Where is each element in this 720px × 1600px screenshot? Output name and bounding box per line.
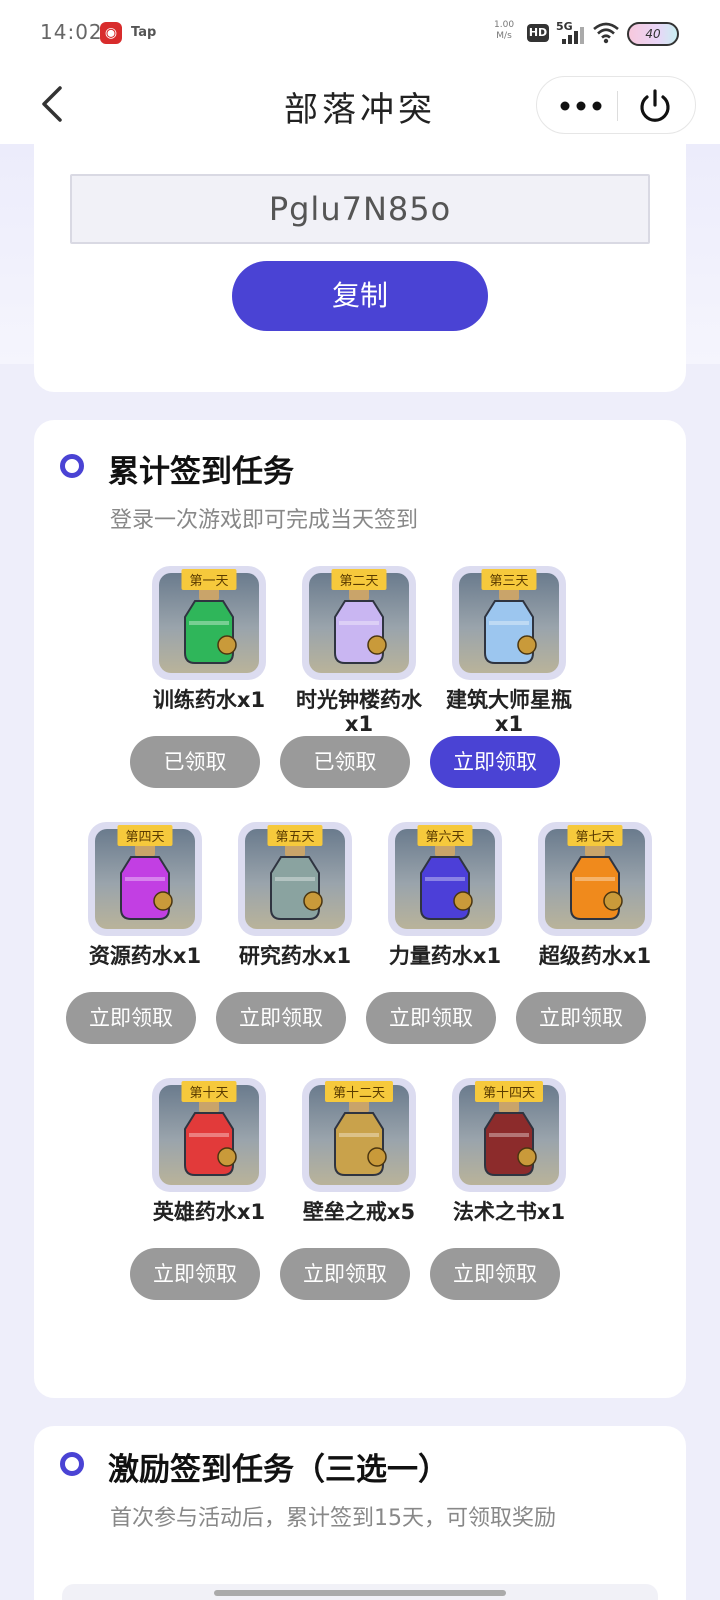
reward-icon-frame: 第十天 [152, 1078, 266, 1192]
section-subtitle: 登录一次游戏即可完成当天签到 [110, 508, 419, 533]
reward-name: 资源药水x1 [88, 944, 202, 968]
claim-button[interactable]: 立即领取 [280, 1248, 410, 1300]
day-tag: 第十天 [181, 1081, 237, 1102]
incentive-title: 激励签到任务（三选一） [108, 1452, 449, 1488]
reward-item: 第四天资源药水x1 [69, 822, 221, 996]
reward-item: 第十四天法术之书x1 [433, 1078, 585, 1252]
claim-button[interactable]: 立即领取 [430, 736, 560, 788]
reward-item: 第一天训练药水x1 [133, 566, 285, 740]
reward-name: 训练药水x1 [152, 688, 266, 712]
reward-icon-frame: 第十二天 [302, 1078, 416, 1192]
signal-label: 5G [556, 20, 573, 33]
reward-item: 第十天英雄药水x1 [133, 1078, 285, 1252]
tap-app-label: Tap [131, 25, 157, 40]
net-speed-value: 1.00 [494, 20, 515, 30]
reward-name: 时光钟楼药水x1 [296, 688, 422, 736]
section-bullet-icon [60, 1452, 84, 1476]
day-tag: 第一天 [181, 569, 237, 590]
reward-name: 英雄药水x1 [152, 1200, 266, 1224]
claim-button[interactable]: 立即领取 [130, 1248, 260, 1300]
day-tag: 第三天 [481, 569, 537, 590]
day-tag: 第四天 [117, 825, 173, 846]
reward-name: 法术之书x1 [452, 1200, 566, 1224]
gift-code-field[interactable]: Pglu7N85o [70, 174, 650, 244]
day-tag: 第七天 [567, 825, 623, 846]
wifi-icon [593, 22, 619, 44]
more-dots-icon[interactable] [555, 91, 607, 121]
status-bar: 14:02 ◉ Tap 1.00 M/s HD 5G 40 [0, 0, 720, 64]
reward-name: 超级药水x1 [538, 944, 652, 968]
reward-icon-frame: 第五天 [238, 822, 352, 936]
section-bullet-icon [60, 454, 84, 478]
claim-button[interactable]: 立即领取 [516, 992, 646, 1044]
day-tag: 第六天 [417, 825, 473, 846]
reward-icon-frame: 第三天 [452, 566, 566, 680]
reward-icon-frame: 第七天 [538, 822, 652, 936]
signin-task-card: 累计签到任务 登录一次游戏即可完成当天签到 第一天 训练药水x1 已领取 第二天 时光钟… [34, 420, 686, 1398]
copy-button[interactable]: 复制 [232, 261, 488, 331]
signal-icon: 5G [556, 20, 586, 46]
netease-music-icon: ◉ [100, 22, 122, 44]
net-speed: 1.00 M/s [494, 20, 514, 42]
reward-icon-frame: 第十四天 [452, 1078, 566, 1192]
reward-item: 第五天研究药水x1 [219, 822, 371, 996]
day-tag: 第五天 [267, 825, 323, 846]
hd-badge: HD [527, 24, 549, 42]
reward-icon-frame: 第一天 [152, 566, 266, 680]
reward-name: 建筑大师星瓶x1 [446, 688, 572, 736]
reward-item: 第三天建筑大师星瓶x1 [433, 566, 585, 740]
nav-bar: 部落冲突 [0, 64, 720, 144]
reward-icon-frame: 第四天 [88, 822, 202, 936]
reward-item: 第七天超级药水x1 [519, 822, 671, 996]
incentive-subtitle: 首次参与活动后，累计签到15天，可领取奖励 [110, 1506, 556, 1531]
mini-program-capsule [536, 76, 696, 134]
status-time: 14:02 [40, 20, 103, 44]
reward-item: 第十二天壁垒之戒x5 [283, 1078, 435, 1252]
reward-item: 第六天力量药水x1 [369, 822, 521, 996]
section-title: 累计签到任务 [108, 454, 294, 490]
battery-indicator: 40 [627, 22, 679, 46]
claim-button[interactable]: 立即领取 [216, 992, 346, 1044]
incentive-task-card: 激励签到任务（三选一） 首次参与活动后，累计签到15天，可领取奖励 [34, 1426, 686, 1600]
reward-item: 第二天时光钟楼药水x1 [283, 566, 435, 740]
claim-button[interactable]: 立即领取 [66, 992, 196, 1044]
reward-name: 壁垒之戒x5 [302, 1200, 416, 1224]
claim-button[interactable]: 立即领取 [366, 992, 496, 1044]
day-tag: 第二天 [331, 569, 387, 590]
claim-button[interactable]: 立即领取 [430, 1248, 560, 1300]
claim-button[interactable]: 已领取 [280, 736, 410, 788]
day-tag: 第十二天 [324, 1081, 394, 1102]
claim-button[interactable]: 已领取 [130, 736, 260, 788]
power-icon[interactable] [633, 88, 677, 124]
day-tag: 第十四天 [474, 1081, 544, 1102]
reward-name: 研究药水x1 [238, 944, 352, 968]
reward-icon-frame: 第六天 [388, 822, 502, 936]
code-card: Pglu7N85o 复制 [34, 144, 686, 392]
capsule-divider [617, 91, 618, 121]
home-indicator [214, 1590, 506, 1596]
net-speed-unit: M/s [496, 31, 512, 41]
reward-name: 力量药水x1 [388, 944, 502, 968]
reward-icon-frame: 第二天 [302, 566, 416, 680]
